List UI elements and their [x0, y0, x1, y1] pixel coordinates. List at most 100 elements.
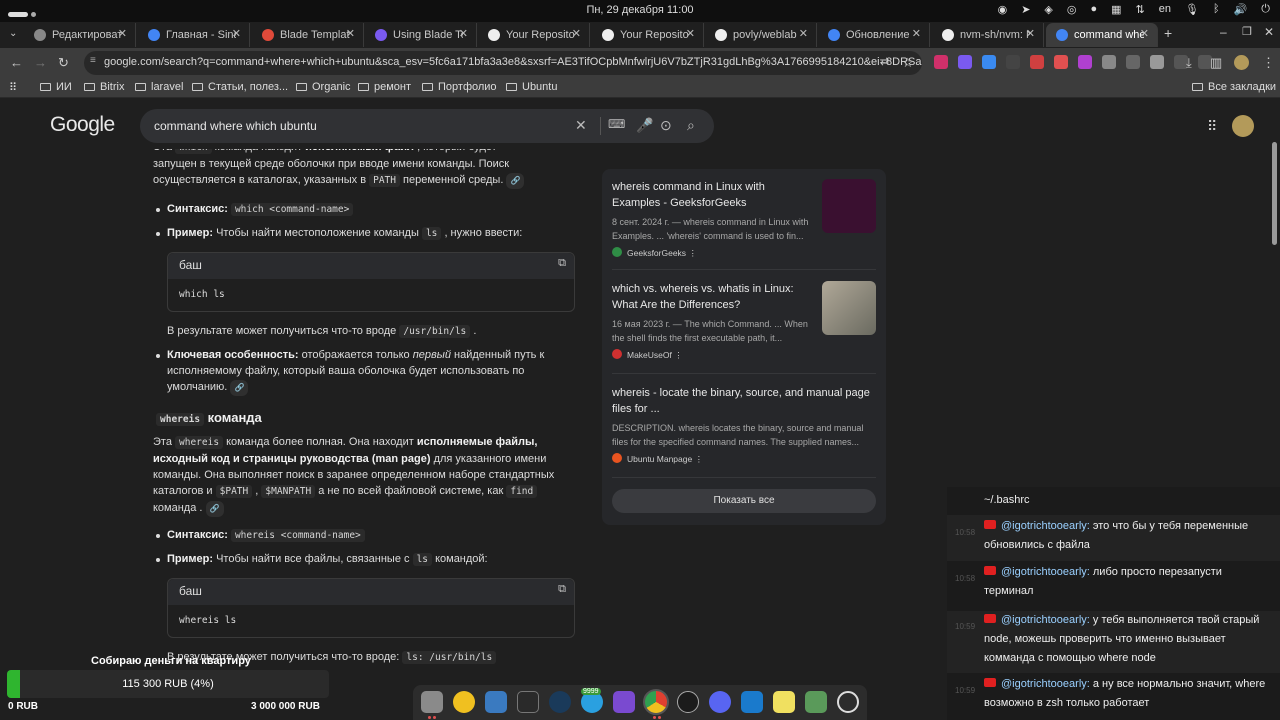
extension-icon[interactable] [1150, 55, 1164, 69]
browser-tab[interactable]: Your Reposito ✕ [478, 23, 590, 47]
record-icon[interactable]: ◉ [998, 3, 1008, 16]
source-card[interactable]: whereis - locate the binary, source, and… [612, 385, 876, 465]
more-options-icon[interactable]: ⋮ [695, 454, 704, 464]
obs-tray-icon[interactable]: ● [1090, 3, 1097, 16]
browser-tab[interactable]: Blade Templat ✕ [252, 23, 364, 47]
bookmark-folder[interactable]: ремонт [358, 81, 411, 93]
clock-icon[interactable] [677, 691, 699, 713]
copy-icon[interactable]: ⧉ [558, 257, 566, 270]
microphone-icon[interactable]: 🎙 [1185, 3, 1199, 16]
files-icon[interactable] [421, 691, 443, 713]
language-indicator[interactable]: en [1159, 3, 1171, 16]
close-tab-icon[interactable]: ✕ [346, 27, 355, 40]
close-tab-icon[interactable]: ✕ [686, 27, 695, 40]
google-logo[interactable]: Google [50, 113, 115, 137]
close-tab-icon[interactable]: ✕ [1026, 27, 1035, 40]
network-tray-icon[interactable]: ⇅ [1136, 3, 1145, 16]
apps-grid-icon[interactable]: ⠿ [9, 81, 17, 94]
trash-icon[interactable] [805, 691, 827, 713]
extension-icon[interactable] [982, 55, 996, 69]
close-tab-icon[interactable]: ✕ [1140, 27, 1149, 40]
bookmark-star-icon[interactable]: ☆ [902, 55, 914, 71]
extension-icon[interactable] [1078, 55, 1092, 69]
bookmark-folder[interactable]: Портфолио [422, 81, 497, 93]
source-title[interactable]: which vs. whereis vs. whatis in Linux: W… [612, 281, 812, 313]
browser-tab[interactable]: Редактироват ✕ [24, 23, 136, 47]
tab-search-icon[interactable]: ⌄ [9, 28, 17, 39]
google-account-avatar[interactable] [1232, 115, 1254, 137]
browser-tab[interactable]: Главная - Sina ✕ [138, 23, 250, 47]
obsidian-icon[interactable] [613, 691, 635, 713]
source-thumbnail[interactable] [822, 281, 876, 335]
browser-tab[interactable]: Your Reposito ✕ [592, 23, 704, 47]
system-tray[interactable]: ◉ ➤ ◈ ◎ ● ▦ ⇅ en 🎙 ᛒ 🔊 ⏻ [998, 3, 1270, 16]
bookmark-folder[interactable]: Статьи, полез... [192, 81, 288, 93]
bookmark-folder[interactable]: laravel [135, 81, 183, 93]
more-options-icon[interactable]: ⋮ [688, 248, 697, 258]
steam-icon[interactable] [549, 691, 571, 713]
notes-icon[interactable] [773, 691, 795, 713]
close-tab-icon[interactable]: ✕ [459, 27, 468, 40]
browser-tab[interactable]: nvm-sh/nvm: N ✕ [932, 23, 1044, 47]
bookmark-folder[interactable]: Ubuntu [506, 81, 557, 93]
browser-tab[interactable]: povly/weblab ✕ [705, 23, 817, 47]
reload-icon[interactable]: ↻ [58, 55, 69, 71]
link-icon[interactable]: 🔗 [230, 380, 249, 396]
translate-icon[interactable]: ⇄ [880, 55, 889, 68]
bluetooth-icon[interactable]: ᛒ [1213, 3, 1220, 16]
voice-search-icon[interactable]: 🎤 [636, 117, 653, 134]
site-info-icon[interactable]: ≡ [90, 55, 96, 66]
extension-icon[interactable] [1102, 55, 1116, 69]
bookmark-folder[interactable]: Bitrix [84, 81, 124, 93]
browser-menu-icon[interactable]: ⋮ [1262, 55, 1275, 71]
minimize-window-icon[interactable]: – [1220, 25, 1227, 39]
page-scrollbar[interactable] [1272, 142, 1277, 245]
source-title[interactable]: whereis - locate the binary, source, and… [612, 385, 876, 417]
search-box[interactable]: command where which ubuntu ✕ ⌨ 🎤 ⊙ ⌕ [140, 109, 714, 143]
close-tab-icon[interactable]: ✕ [118, 27, 127, 40]
discord-icon[interactable] [709, 691, 731, 713]
close-tab-icon[interactable]: ✕ [912, 27, 921, 40]
close-tab-icon[interactable]: ✕ [572, 27, 581, 40]
extension-icon[interactable] [958, 55, 972, 69]
discord-tray-icon[interactable]: ◈ [1044, 3, 1052, 16]
split-view-icon[interactable]: ▥ [1210, 55, 1222, 71]
rhythmbox-icon[interactable] [453, 691, 475, 713]
browser-tab[interactable]: Обновление ✕ [818, 23, 930, 47]
link-icon[interactable]: 🔗 [506, 173, 525, 189]
show-all-button[interactable]: Показать все [612, 489, 876, 513]
link-icon[interactable]: 🔗 [205, 501, 224, 517]
writer-icon[interactable] [485, 691, 507, 713]
extension-icon[interactable] [1030, 55, 1044, 69]
chrome-icon[interactable] [643, 689, 669, 715]
source-card[interactable]: which vs. whereis vs. whatis in Linux: W… [612, 281, 876, 361]
copy-icon[interactable]: ⧉ [558, 583, 566, 596]
telegram-tray-icon[interactable]: ➤ [1021, 3, 1030, 16]
extension-icon[interactable] [1126, 55, 1140, 69]
close-window-icon[interactable]: ✕ [1264, 25, 1274, 39]
extension-icon[interactable] [1006, 55, 1020, 69]
monitor-tray-icon[interactable]: ▦ [1111, 3, 1121, 16]
address-bar[interactable]: ≡ google.com/search?q=command+where+whic… [84, 51, 922, 75]
new-tab-button[interactable]: + [1164, 25, 1172, 41]
source-thumbnail[interactable] [822, 179, 876, 233]
source-site[interactable]: MakeUseOf ⋮ [612, 349, 876, 361]
browser-tab[interactable]: Using Blade Te ✕ [365, 23, 477, 47]
bookmark-folder[interactable]: ИИ [40, 81, 72, 93]
bookmark-folder[interactable]: Organic [296, 81, 351, 93]
search-icon[interactable]: ⌕ [687, 117, 695, 134]
close-tab-icon[interactable]: ✕ [232, 27, 241, 40]
back-icon[interactable]: ← [10, 55, 23, 70]
clear-search-icon[interactable]: ✕ [575, 117, 587, 134]
profile-avatar[interactable] [1234, 55, 1249, 70]
browser-tab[interactable]: command whe ✕ [1046, 23, 1158, 47]
source-title[interactable]: whereis command in Linux with Examples -… [612, 179, 812, 211]
search-query[interactable]: command where which ubuntu [154, 119, 317, 133]
source-site[interactable]: Ubuntu Manpage ⋮ [612, 453, 876, 465]
all-bookmarks[interactable]: Все закладки [1192, 81, 1276, 93]
extension-icon[interactable] [934, 55, 948, 69]
vscode-icon[interactable] [741, 691, 763, 713]
settings-icon[interactable] [837, 691, 859, 713]
volume-icon[interactable]: 🔊 [1234, 3, 1248, 16]
terminal-icon[interactable] [517, 691, 539, 713]
